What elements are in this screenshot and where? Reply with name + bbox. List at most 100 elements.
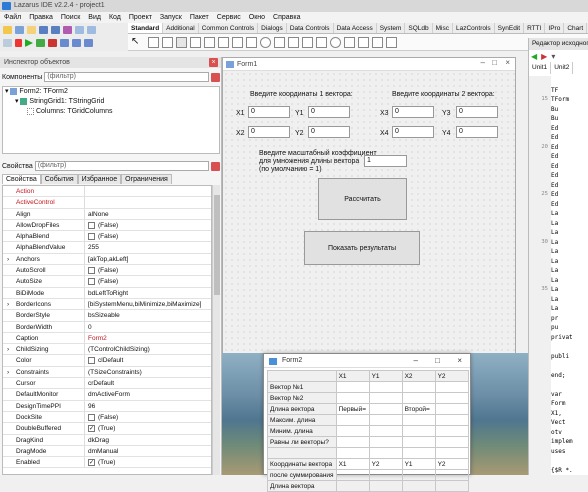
code-line[interactable]: La: [551, 276, 588, 286]
grid-cell[interactable]: [335, 469, 370, 481]
property-row[interactable]: Cursor crDefault: [3, 378, 211, 390]
menu-item[interactable]: Поиск: [57, 12, 84, 23]
menu-item[interactable]: Сервис: [213, 12, 245, 23]
code-line[interactable]: TF: [551, 86, 588, 96]
tree-item-stringgrid1[interactable]: ▾ StringGrid1: TStringGrid: [3, 97, 219, 107]
tlabel-icon[interactable]: [190, 37, 201, 48]
property-row[interactable]: Caption Form2: [3, 332, 211, 345]
grid-cell[interactable]: [434, 447, 469, 459]
checkbox-icon[interactable]: ✓: [88, 425, 95, 433]
grid-cell[interactable]: [401, 480, 436, 492]
grid-cell[interactable]: [368, 392, 403, 404]
grid-cell[interactable]: [434, 403, 469, 415]
grid-cell[interactable]: [401, 469, 436, 481]
property-value[interactable]: alNone: [85, 209, 211, 219]
grid-cell[interactable]: [335, 414, 370, 426]
menu-item[interactable]: Запуск: [156, 12, 186, 23]
close-icon[interactable]: ×: [505, 58, 510, 67]
code-line[interactable]: Ed: [551, 171, 588, 181]
property-value[interactable]: (False): [85, 220, 211, 230]
tcheckbox-icon[interactable]: [246, 37, 257, 48]
property-row[interactable]: Align alNone: [3, 208, 211, 220]
checkbox-icon[interactable]: [88, 278, 95, 286]
expand-icon[interactable]: ›: [7, 254, 9, 264]
y2-input[interactable]: 0: [308, 126, 350, 138]
tframe-icon[interactable]: [372, 37, 383, 48]
results-string-grid[interactable]: X1 Y1 X2 Y2 Вектор №1 Вектор №2 Длина вектора П…: [267, 370, 469, 492]
code-line[interactable]: pu: [551, 323, 588, 333]
tree-item-form2[interactable]: ▾ Form2: TForm2: [3, 87, 219, 97]
property-value[interactable]: dmManual: [85, 446, 211, 456]
property-row[interactable]: Color clDefault: [3, 355, 211, 367]
property-value[interactable]: (TControlChildSizing): [85, 344, 211, 354]
code-line[interactable]: [551, 380, 588, 390]
step-into-icon[interactable]: [60, 39, 69, 47]
tcheckgroup-icon[interactable]: [344, 37, 355, 48]
checkbox-icon[interactable]: [88, 266, 95, 274]
grid-cell[interactable]: [368, 403, 403, 415]
grid-cell[interactable]: [368, 447, 403, 459]
grid-cell[interactable]: Y2: [368, 458, 403, 470]
save-all-icon[interactable]: [51, 26, 60, 34]
menu-item[interactable]: Правка: [25, 12, 57, 23]
code-line[interactable]: Form: [551, 399, 588, 409]
tpopupmenu-icon[interactable]: [162, 37, 173, 48]
tmainmenu-icon[interactable]: [148, 37, 159, 48]
calculate-button[interactable]: Рассчитать: [318, 178, 407, 220]
grid-cell[interactable]: [335, 381, 370, 393]
grid-row-header[interactable]: Максим. длина: [267, 414, 337, 426]
checkbox-icon[interactable]: ✓: [88, 458, 95, 466]
code-line[interactable]: Ed: [551, 143, 588, 153]
code-line[interactable]: La: [551, 219, 588, 229]
new-project-icon[interactable]: [63, 26, 72, 34]
property-row[interactable]: Enabled ✓ (True): [3, 457, 211, 469]
palette-tab[interactable]: Data Controls: [287, 23, 334, 33]
property-row[interactable]: › BorderIcons [biSystemMenu,biMinimize,biM…: [3, 298, 211, 311]
code-line[interactable]: {$R *.: [551, 466, 588, 476]
checkbox-icon[interactable]: [88, 221, 95, 229]
grid-cell[interactable]: [368, 425, 403, 437]
property-value[interactable]: 96: [85, 401, 211, 411]
scale-input[interactable]: 1: [364, 155, 407, 167]
tree-item-columns[interactable]: Columns: TGridColumns: [3, 107, 219, 117]
grid-cell[interactable]: [335, 447, 370, 459]
forward-icon[interactable]: ▶: [541, 52, 547, 61]
menu-item[interactable]: Пакет: [186, 12, 213, 23]
code-line[interactable]: publi: [551, 352, 588, 362]
code-line[interactable]: [551, 342, 588, 352]
view-units-icon[interactable]: [75, 26, 84, 34]
close-icon[interactable]: ×: [209, 58, 218, 67]
property-value[interactable]: bdLeftToRight: [85, 288, 211, 298]
grid-row-header[interactable]: Длина вектора: [267, 480, 337, 492]
stop-icon[interactable]: [48, 39, 57, 47]
property-row[interactable]: BiDiMode bdLeftToRight: [3, 287, 211, 299]
property-row[interactable]: DragMode dmManual: [3, 445, 211, 458]
palette-tab[interactable]: Additional: [163, 23, 199, 33]
palette-tab[interactable]: IPro: [545, 23, 565, 33]
grid-cell[interactable]: [368, 414, 403, 426]
properties-filter-input[interactable]: (фильтр): [34, 161, 209, 171]
grid-row-header[interactable]: Вектор №2: [267, 392, 337, 404]
code-line[interactable]: [551, 361, 588, 371]
palette-tab[interactable]: Chart: [564, 23, 588, 33]
property-row[interactable]: DragKind dkDrag: [3, 434, 211, 446]
grid-row-header[interactable]: Длина вектора: [267, 403, 337, 415]
tradiobutton-icon[interactable]: [260, 37, 271, 48]
grid-cell[interactable]: [335, 425, 370, 437]
property-value[interactable]: crDefault: [85, 378, 211, 388]
tab-restrictions[interactable]: Ограничения: [121, 174, 172, 184]
palette-tab[interactable]: SQLdb: [405, 23, 433, 33]
open-icon[interactable]: [27, 26, 36, 34]
palette-tab[interactable]: LazControls: [453, 23, 495, 33]
code-line[interactable]: var: [551, 390, 588, 400]
property-value[interactable]: [85, 186, 211, 196]
ttogglebox-icon[interactable]: [232, 37, 243, 48]
tmemo-icon[interactable]: [218, 37, 229, 48]
grid-cell[interactable]: Y2: [434, 458, 469, 470]
menu-item[interactable]: Справка: [269, 12, 304, 23]
grid-cell[interactable]: Y1: [401, 458, 436, 470]
x4-input[interactable]: 0: [392, 126, 434, 138]
code-line[interactable]: privat: [551, 333, 588, 343]
grid-cell[interactable]: [401, 447, 436, 459]
grid-cell[interactable]: [434, 414, 469, 426]
